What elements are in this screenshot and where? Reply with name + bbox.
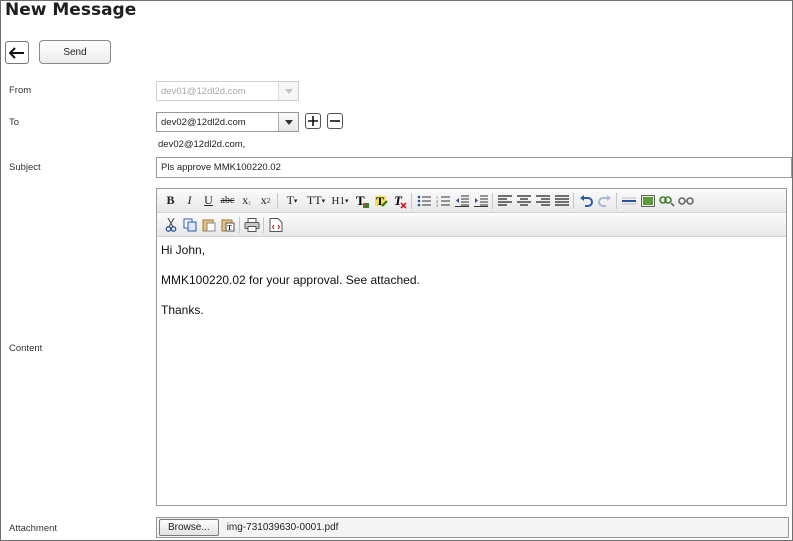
body-line: Hi John, <box>161 243 206 257</box>
bulleted-list-icon[interactable] <box>414 192 433 210</box>
browse-button[interactable]: Browse... <box>159 519 219 536</box>
to-value: dev02@12dl2d.com <box>161 116 246 128</box>
to-label: To <box>9 117 20 128</box>
insert-image-icon[interactable] <box>638 192 657 210</box>
numbered-list-icon[interactable]: 123 <box>433 192 452 210</box>
align-right-icon[interactable] <box>533 192 552 210</box>
align-left-icon[interactable] <box>495 192 514 210</box>
justify-icon[interactable] <box>552 192 571 210</box>
from-select: dev01@12dl2d.com <box>156 81 299 101</box>
paste-icon[interactable] <box>199 216 218 234</box>
minus-icon <box>330 120 340 122</box>
font-size-icon[interactable]: TT ▾ <box>304 192 328 210</box>
plus-icon <box>308 116 318 126</box>
subject-input[interactable] <box>156 157 792 178</box>
content-label: Content <box>9 343 43 354</box>
superscript-icon[interactable]: x2 <box>256 192 275 210</box>
body-line: MMK100220.02 for your approval. See atta… <box>161 273 420 287</box>
toolbar-separator <box>492 192 493 209</box>
toolbar-separator <box>277 192 278 209</box>
back-arrow-icon <box>9 46 24 59</box>
svg-text:T: T <box>227 224 232 232</box>
underline-icon[interactable]: U <box>199 192 218 210</box>
rich-text-editor[interactable]: B I U abc x₂ x2 T ▾ TT ▾ H1 ▾ T T T 1 2 … <box>156 188 787 506</box>
paste-text-icon[interactable]: T <box>218 216 237 234</box>
italic-icon[interactable]: I <box>180 192 199 210</box>
to-select[interactable]: dev02@12dl2d.com <box>156 112 299 132</box>
print-icon[interactable] <box>242 216 261 234</box>
back-button[interactable] <box>5 41 29 64</box>
clear-format-icon[interactable]: T <box>390 192 409 210</box>
page-title: New Message <box>5 0 137 20</box>
toolbar-separator <box>616 192 617 209</box>
editor-toolbar-row-2: T <box>157 213 786 237</box>
heading-icon[interactable]: H1 ▾ <box>328 192 352 210</box>
highlight-icon[interactable]: T <box>371 192 390 210</box>
svg-text:T: T <box>394 193 403 208</box>
message-body[interactable]: Hi John, MMK100220.02 for your approval.… <box>157 238 786 505</box>
svg-text:3: 3 <box>436 203 438 207</box>
font-family-icon[interactable]: T ▾ <box>280 192 304 210</box>
recipient-list: dev02@12dl2d.com, <box>158 139 246 150</box>
cut-icon[interactable] <box>161 216 180 234</box>
toolbar-separator <box>573 192 574 209</box>
redo-icon[interactable] <box>595 192 614 210</box>
subscript-icon[interactable]: x₂ <box>237 192 256 210</box>
subject-label: Subject <box>9 162 41 173</box>
editor-toolbar-row-1: B I U abc x₂ x2 T ▾ TT ▾ H1 ▾ T T T 1 2 … <box>157 189 786 213</box>
text-color-icon[interactable]: T <box>352 192 371 210</box>
undo-icon[interactable] <box>576 192 595 210</box>
remove-recipient-button[interactable] <box>327 113 343 129</box>
toolbar-separator <box>239 216 240 233</box>
unlink-icon[interactable] <box>676 192 695 210</box>
bold-icon[interactable]: B <box>161 192 180 210</box>
chevron-down-icon <box>278 82 298 100</box>
strikethrough-icon[interactable]: abc <box>218 192 237 210</box>
toolbar-separator <box>411 192 412 209</box>
attachment-label: Attachment <box>9 523 58 534</box>
attachment-file-name: img-731039630-0001.pdf <box>226 522 339 533</box>
add-recipient-button[interactable] <box>305 113 321 129</box>
copy-icon[interactable] <box>180 216 199 234</box>
align-center-icon[interactable] <box>514 192 533 210</box>
toolbar-separator <box>263 216 264 233</box>
from-value: dev01@12dl2d.com <box>161 85 246 97</box>
indent-icon[interactable] <box>471 192 490 210</box>
insert-link-icon[interactable] <box>657 192 676 210</box>
attachment-field: Browse... img-731039630-0001.pdf <box>156 517 789 538</box>
chevron-down-icon[interactable] <box>278 113 298 131</box>
outdent-icon[interactable] <box>452 192 471 210</box>
new-message-window: New Message Send From dev01@12dl2d.com T… <box>0 0 793 541</box>
body-line: Thanks. <box>161 303 204 317</box>
send-button[interactable]: Send <box>39 40 111 64</box>
source-code-icon[interactable] <box>266 216 285 234</box>
from-label: From <box>9 85 32 96</box>
horizontal-rule-icon[interactable] <box>619 192 638 210</box>
